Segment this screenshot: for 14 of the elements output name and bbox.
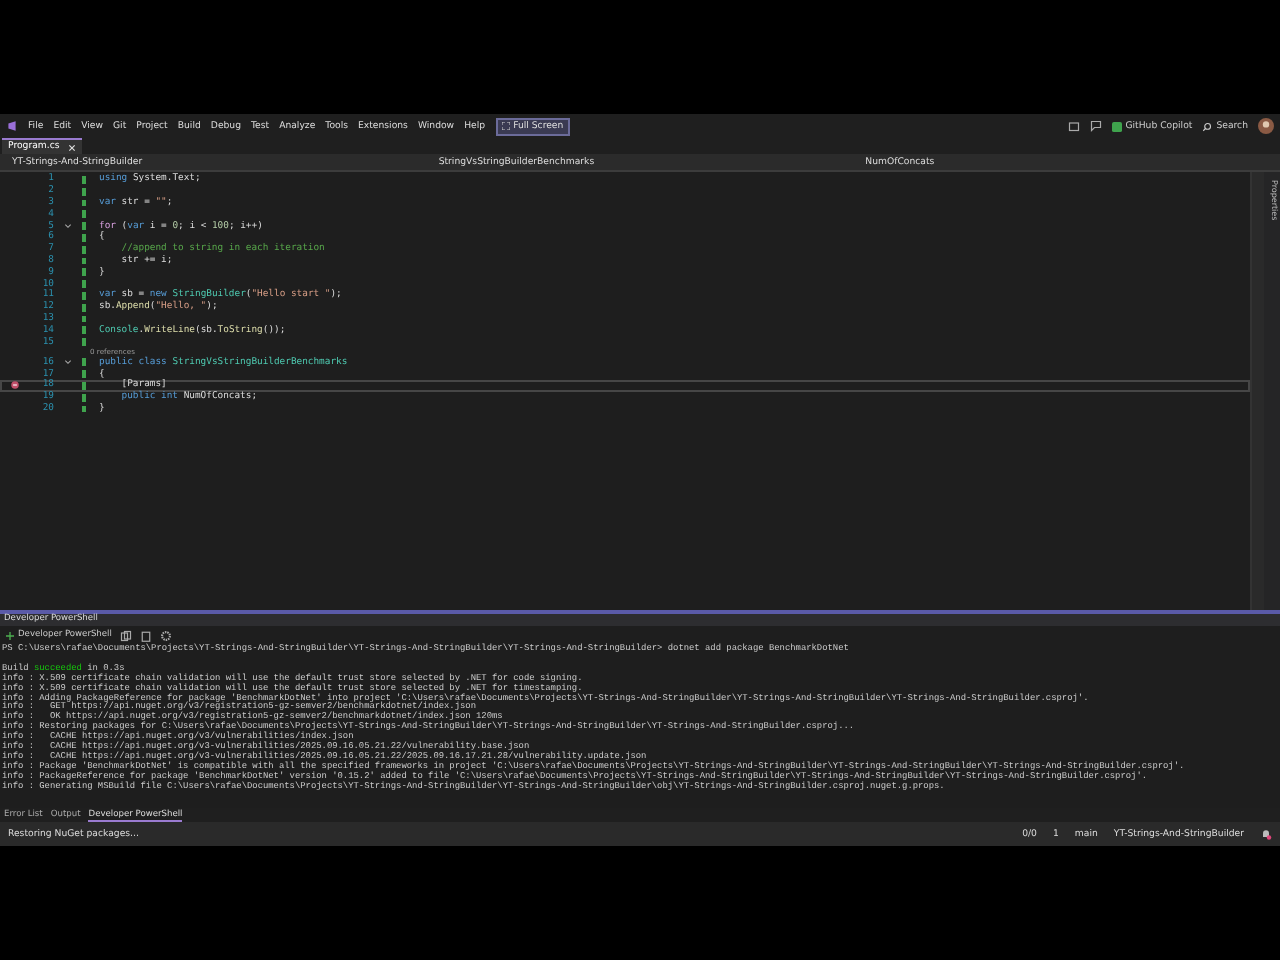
copy-icon[interactable] bbox=[119, 629, 132, 641]
plus-icon bbox=[6, 631, 14, 639]
paste-icon[interactable] bbox=[139, 629, 152, 641]
settings-icon[interactable] bbox=[159, 629, 172, 641]
copilot-icon bbox=[1111, 121, 1122, 131]
avatar-icon[interactable] bbox=[1258, 118, 1274, 134]
feedback-icon[interactable] bbox=[1089, 120, 1102, 132]
notification-icon[interactable] bbox=[1260, 828, 1272, 840]
quick-action-icon[interactable] bbox=[9, 380, 19, 391]
close-icon[interactable] bbox=[67, 143, 76, 151]
search-icon bbox=[1202, 121, 1213, 131]
app-logo-icon bbox=[6, 120, 18, 132]
scrollbar[interactable] bbox=[1250, 172, 1264, 610]
expand-icon bbox=[501, 122, 510, 130]
